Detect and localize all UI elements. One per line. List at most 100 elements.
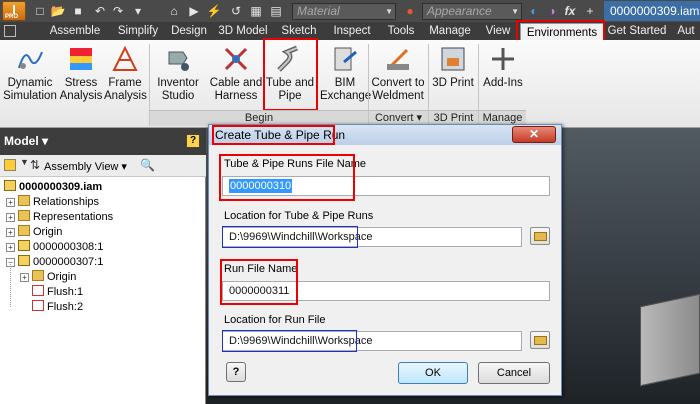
add-ins-icon — [488, 44, 518, 74]
adjust-icon[interactable]: ◐ — [526, 3, 542, 19]
filter-icon[interactable] — [4, 159, 16, 171]
dynamic-simulation-icon — [15, 44, 45, 74]
expand-icon[interactable]: + — [6, 198, 15, 207]
runs-location-label: Location for Tube & Pipe Runs — [224, 210, 374, 222]
convert-weldment-icon — [383, 44, 413, 74]
inventor-studio-button[interactable]: Inventor Studio — [152, 42, 204, 108]
run-location-browse-button[interactable] — [530, 331, 550, 349]
home-icon[interactable]: ⌂ — [166, 3, 182, 19]
folder-icon — [32, 270, 44, 281]
tab-design[interactable]: Design — [166, 22, 212, 40]
bim-exchange-button[interactable]: BIM Exchange — [320, 42, 371, 108]
dropdown-icon[interactable]: ▾ — [130, 3, 146, 19]
plus-icon[interactable]: + — [582, 3, 598, 19]
tree-item[interactable]: Flush:1 — [32, 285, 83, 299]
filter-dropdown-icon[interactable]: ▼ — [20, 157, 29, 167]
tree-item[interactable]: Flush:2 — [32, 300, 83, 314]
tab-view[interactable]: View — [478, 22, 518, 40]
3d-print-icon — [438, 44, 468, 74]
expand-icon[interactable]: + — [6, 213, 15, 222]
tab-assemble[interactable]: Assemble — [40, 22, 110, 40]
folder-icon — [18, 210, 30, 221]
measure-icon[interactable]: ▦ — [248, 3, 264, 19]
tube-pipe-button[interactable]: Tube and Pipe — [264, 42, 316, 108]
tree-item[interactable]: + Origin — [20, 270, 76, 284]
tree-item[interactable]: +0000000308:1 — [6, 240, 103, 254]
tree-root[interactable]: 0000000309.iam — [4, 180, 102, 194]
cable-harness-button[interactable]: Cable and Harness — [208, 42, 264, 108]
tab-manage[interactable]: Manage — [422, 22, 478, 40]
new-file-icon[interactable]: □ — [32, 3, 48, 19]
frame-analysis-icon — [110, 44, 140, 74]
runs-location-outline — [222, 226, 358, 248]
properties-icon[interactable]: ▤ — [268, 3, 284, 19]
appearance-combo[interactable]: Appearance ▼ — [422, 3, 522, 20]
dynamic-simulation-button[interactable]: Dynamic Simulation — [2, 42, 58, 108]
open-file-icon[interactable]: 📂 — [50, 3, 66, 19]
add-ins-button[interactable]: Add-Ins — [480, 42, 526, 108]
run-file-name-label: Run File Name — [224, 263, 298, 275]
expand-icon[interactable]: + — [6, 228, 15, 237]
runs-file-name-input[interactable]: 0000000310 — [222, 176, 550, 196]
folder-icon — [18, 225, 30, 236]
run-file-name-input[interactable]: 0000000311 — [222, 281, 550, 301]
3d-print-button[interactable]: 3D Print — [430, 42, 476, 108]
ribbon-toggle-icon[interactable] — [4, 25, 16, 37]
bim-exchange-icon — [330, 44, 360, 74]
assembly-view-dropdown[interactable]: Assembly View ▾ — [44, 160, 127, 173]
tree-item[interactable]: −0000000307:1 — [6, 255, 103, 269]
constraint-icon — [32, 285, 44, 296]
tab-autodesk[interactable]: Aut — [672, 22, 700, 40]
dialog-title: Create Tube & Pipe Run — [215, 128, 346, 142]
browser-title[interactable]: Model ▾ — [0, 128, 206, 155]
folder-icon — [534, 232, 547, 241]
tab-get-started[interactable]: Get Started — [606, 22, 668, 40]
stress-analysis-button[interactable]: Stress Analysis — [58, 42, 104, 108]
undo-icon[interactable]: ↶ — [92, 3, 108, 19]
tree-item[interactable]: + Relationships — [6, 195, 99, 209]
select-icon[interactable]: ▶ — [186, 3, 202, 19]
inventor-studio-icon — [163, 44, 193, 74]
ok-button[interactable]: OK — [398, 362, 468, 384]
tab-environments[interactable]: Environments — [520, 23, 604, 40]
find-icon[interactable]: 🔍 — [140, 158, 155, 172]
run-location-label: Location for Run File — [224, 314, 326, 326]
clear-appearance-icon[interactable]: ◑ — [544, 3, 560, 19]
material-combo[interactable]: Material ▼ — [292, 3, 396, 20]
frame-analysis-button[interactable]: Frame Analysis — [104, 42, 147, 108]
cancel-button[interactable]: Cancel — [478, 362, 550, 384]
part-icon — [18, 255, 30, 266]
convert-weldment-button[interactable]: Convert to Weldment — [370, 42, 426, 108]
tree-item[interactable]: + Origin — [6, 225, 62, 239]
return-icon[interactable]: ↺ — [228, 3, 244, 19]
runs-location-browse-button[interactable] — [530, 227, 550, 245]
appearance-color-icon: ● — [406, 4, 414, 18]
cable-harness-icon — [221, 44, 251, 74]
save-icon[interactable]: ■ — [70, 3, 86, 19]
constraint-icon — [32, 300, 44, 311]
tab-sketch[interactable]: Sketch — [274, 22, 324, 40]
tab-3d-model[interactable]: 3D Model — [212, 22, 274, 40]
tube-pipe-icon — [275, 44, 305, 74]
redo-icon[interactable]: ↷ — [110, 3, 126, 19]
folder-icon — [534, 336, 547, 345]
tree-item[interactable]: + Representations — [6, 210, 113, 224]
folder-icon — [18, 195, 30, 206]
expand-icon[interactable]: + — [20, 273, 29, 282]
assembly-icon — [4, 180, 16, 191]
tab-simplify[interactable]: Simplify — [110, 22, 166, 40]
model-part-graphic — [640, 293, 700, 387]
application-menu-button[interactable]: I PRO — [2, 1, 26, 21]
dialog-title-bar: Create Tube & Pipe Run — [209, 125, 561, 145]
update-icon[interactable]: ⚡ — [206, 3, 222, 19]
document-title: 0000000309.iam — [604, 1, 700, 21]
browser-help-icon[interactable]: ? — [186, 134, 200, 148]
close-button[interactable]: ✕ — [512, 126, 556, 143]
expand-icon[interactable]: + — [6, 243, 15, 252]
help-button[interactable]: ? — [226, 362, 246, 382]
run-location-outline — [222, 330, 357, 352]
tab-tools[interactable]: Tools — [380, 22, 422, 40]
parameters-icon[interactable]: fx — [562, 3, 578, 19]
tab-inspect[interactable]: Inspect — [324, 22, 380, 40]
tree-guide-line — [10, 262, 11, 307]
